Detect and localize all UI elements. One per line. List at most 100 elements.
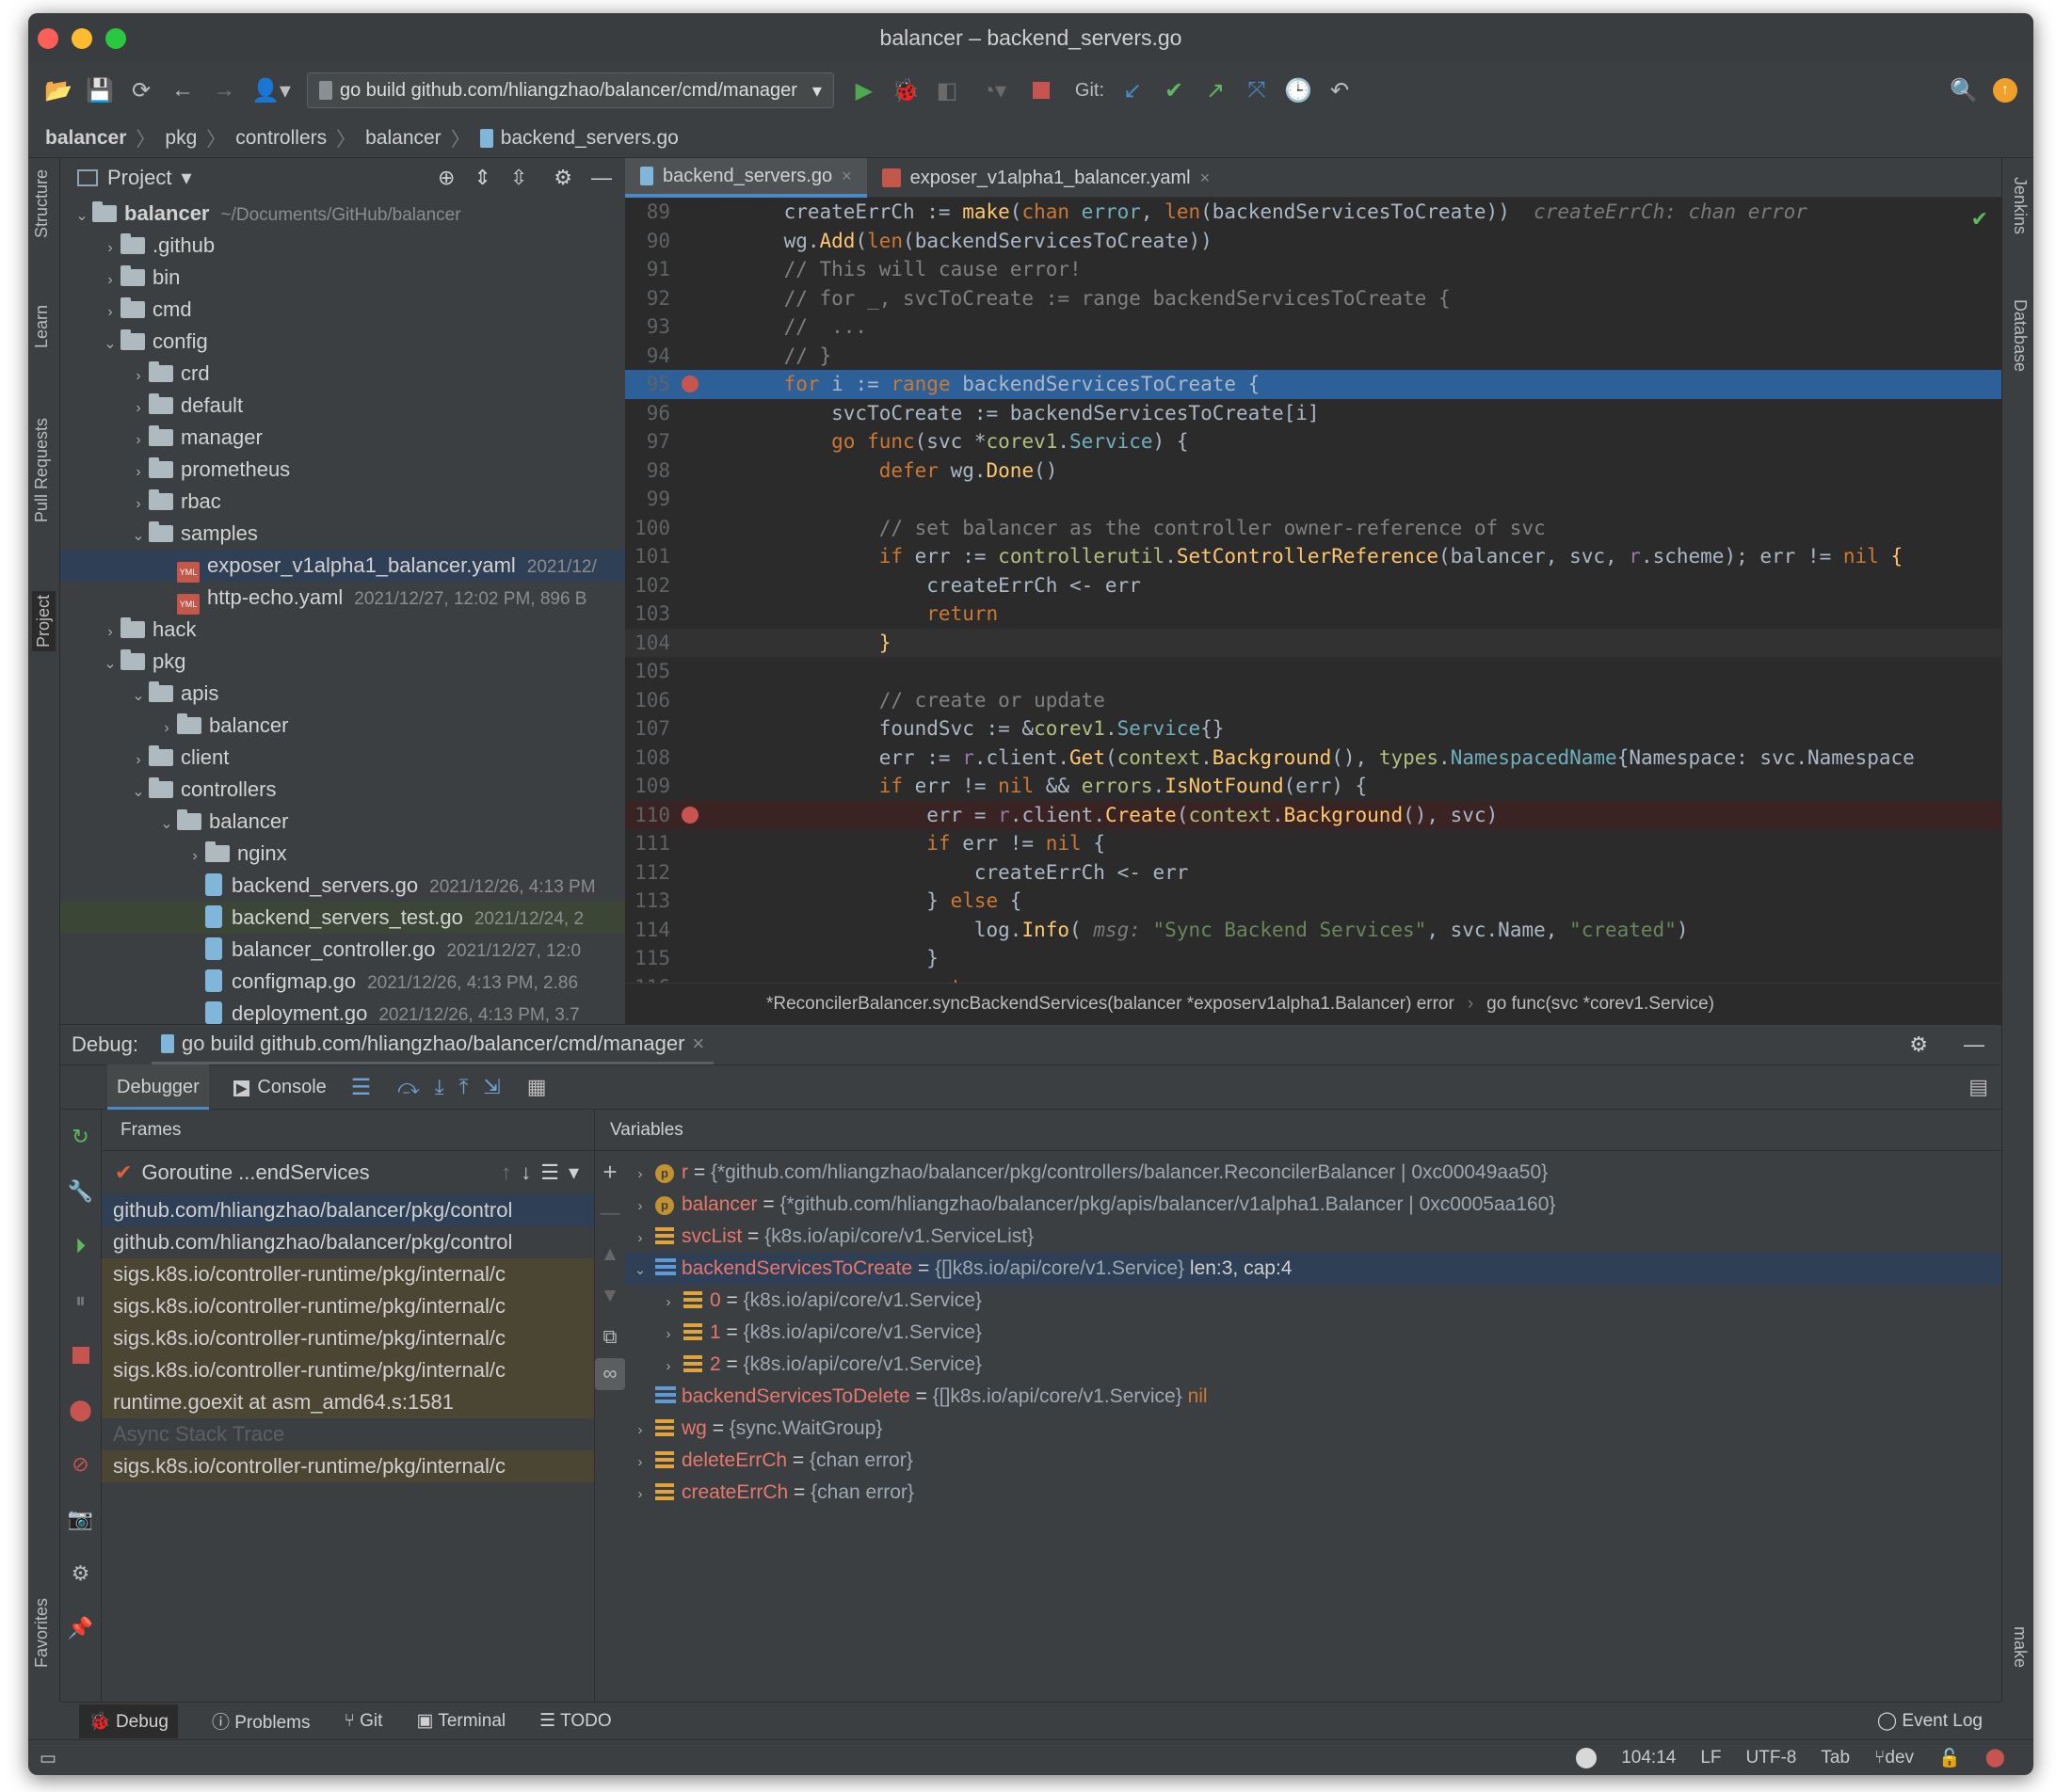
code-line[interactable]: 104 } (625, 628, 2001, 658)
sync-icon[interactable]: ⟳ (120, 70, 162, 111)
line-number[interactable]: 98 (625, 456, 670, 486)
chevron-right-icon[interactable]: › (100, 232, 120, 264)
run-configuration-selector[interactable]: go build github.com/hliangzhao/balancer/… (307, 72, 834, 108)
chevron-right-icon[interactable]: › (156, 712, 177, 744)
breakpoint-icon[interactable] (682, 376, 699, 392)
tab-terminal-tool[interactable]: ▣ Terminal (416, 1710, 506, 1732)
code-line[interactable]: 96 svcToCreate := backendServicesToCreat… (625, 399, 2001, 428)
breadcrumb-item[interactable]: controllers (235, 127, 327, 150)
code-line[interactable]: 105 (625, 657, 2001, 686)
run-to-cursor-icon[interactable]: ⇲ (483, 1075, 500, 1099)
tree-folder[interactable]: › cmd (60, 294, 625, 326)
stack-frame[interactable]: runtime.goexit at asm_amd64.s:1581 (102, 1386, 594, 1418)
settings-icon[interactable]: ⚙ (60, 1546, 101, 1601)
line-number[interactable]: 92 (625, 284, 670, 313)
collapse-all-icon[interactable]: ⇳ (510, 166, 527, 190)
coverage-icon[interactable]: ◧ (926, 70, 968, 111)
camera-icon[interactable]: 📷 (60, 1492, 101, 1546)
chevron-right-icon[interactable]: › (625, 1191, 655, 1223)
breadcrumb-item[interactable]: balancer (365, 127, 442, 150)
variable-row[interactable]: › 0 = {k8s.io/api/core/v1.Service} (625, 1285, 2001, 1317)
close-window-button[interactable] (38, 28, 58, 49)
line-number[interactable]: 97 (625, 427, 670, 456)
tab-debug-tool[interactable]: 🐞 Debug (79, 1704, 178, 1738)
expand-all-icon[interactable]: ⇕ (474, 166, 490, 190)
list-icon[interactable]: ☰ (540, 1160, 559, 1185)
code-line[interactable]: 109 if err != nil && errors.IsNotFound(e… (625, 772, 2001, 801)
file-encoding[interactable]: UTF-8 (1746, 1748, 1797, 1768)
crumb-closure[interactable]: go func(svc *corev1.Service) (1486, 994, 1714, 1015)
breadcrumb-item[interactable]: balancer (45, 127, 126, 150)
history-icon[interactable]: 🕒 (1277, 70, 1319, 111)
menu-lines-icon[interactable]: ☰ (351, 1074, 372, 1101)
chevron-right-icon[interactable]: › (100, 616, 120, 648)
variable-row[interactable]: ⌄ backendServicesToCreate = {[]k8s.io/api… (625, 1253, 2001, 1285)
git-merge-icon[interactable]: ⤧ (1236, 70, 1277, 111)
close-tab-icon[interactable]: × (692, 1032, 704, 1056)
chevron-right-icon[interactable]: › (625, 1415, 655, 1447)
tree-folder[interactable]: › manager (60, 422, 625, 454)
code-line[interactable]: 112 createErrCh <- err (625, 858, 2001, 888)
tree-file[interactable]: YML exposer_v1alpha1_balancer.yaml 2021/12… (60, 550, 625, 583)
tree-file[interactable]: configmap.go 2021/12/26, 4:13 PM, 2.86 (60, 966, 625, 998)
code-line[interactable]: 113 } else { (625, 887, 2001, 916)
line-number[interactable]: 94 (625, 342, 670, 371)
tree-folder[interactable]: › hack (60, 614, 625, 646)
update-badge-icon[interactable]: ↑ (1984, 70, 2026, 111)
chevron-down-icon[interactable]: ⌄ (72, 200, 92, 232)
line-number[interactable]: 95 (625, 370, 670, 399)
tree-folder[interactable]: ⌄ balancer (60, 806, 625, 838)
variable-row[interactable]: › wg = {sync.WaitGroup} (625, 1413, 2001, 1445)
chevron-right-icon[interactable]: › (625, 1223, 655, 1255)
hide-panel-icon[interactable]: — (1964, 1032, 1984, 1057)
tree-folder[interactable]: › crd (60, 358, 625, 390)
tab-exposer-yaml[interactable]: exposer_v1alpha1_balancer.yaml × (867, 158, 1226, 198)
tree-folder[interactable]: ⌄ config (60, 326, 625, 358)
chevron-right-icon[interactable]: › (185, 840, 205, 872)
git-update-icon[interactable]: ↙ (1112, 70, 1153, 111)
tree-file[interactable]: YML http-echo.yaml 2021/12/27, 12:02 PM, 8… (60, 582, 625, 615)
chevron-down-icon[interactable]: ▾ (569, 1160, 579, 1185)
code-line[interactable]: 108 err := r.client.Get(context.Backgrou… (625, 744, 2001, 773)
move-up-icon[interactable]: ▲ (595, 1234, 625, 1275)
variable-row[interactable]: backendServicesToDelete = {[]k8s.io/api/… (625, 1381, 2001, 1413)
stack-frame[interactable]: sigs.k8s.io/controller-runtime/pkg/inter… (102, 1322, 594, 1354)
glasses-icon[interactable]: ∞ (595, 1358, 625, 1390)
tree-folder[interactable]: › bin (60, 262, 625, 294)
wrench-icon[interactable]: 🔧 (60, 1164, 101, 1219)
breadcrumb-item[interactable]: pkg (165, 127, 197, 150)
pause-icon[interactable]: ⏸ (60, 1273, 101, 1328)
debug-bug-icon[interactable]: 🐞 (885, 70, 926, 111)
tree-file[interactable]: backend_servers.go 2021/12/26, 4:13 PM (60, 870, 625, 902)
evaluate-table-icon[interactable]: ▦ (527, 1075, 547, 1099)
code-line[interactable]: 89 createErrCh := make(chan error, len(b… (625, 198, 2001, 227)
tree-folder[interactable]: ⌄ pkg (60, 646, 625, 678)
chevron-right-icon[interactable]: › (100, 296, 120, 328)
chevron-right-icon[interactable]: › (625, 1159, 655, 1191)
user-dropdown-icon[interactable]: 👤▾ (245, 70, 297, 111)
line-number[interactable]: 91 (625, 255, 670, 284)
line-number[interactable]: 109 (625, 772, 670, 801)
run-icon[interactable]: ▶ (843, 70, 885, 111)
line-number[interactable]: 111 (625, 829, 670, 858)
chevron-down-icon[interactable]: ⌄ (128, 776, 149, 808)
tree-file[interactable]: deployment.go 2021/12/26, 4:13 PM, 3.7 (60, 998, 625, 1024)
database-tool-tab[interactable]: Database (2010, 299, 2030, 372)
code-line[interactable]: 110 err = r.client.Create(context.Backgr… (625, 800, 2001, 829)
git-branch[interactable]: ⑂dev (1874, 1748, 1914, 1768)
line-number[interactable]: 104 (625, 629, 670, 658)
chevron-right-icon[interactable]: › (128, 456, 149, 488)
chevron-down-icon[interactable]: ⌄ (128, 520, 149, 552)
chevron-right-icon[interactable]: › (653, 1287, 683, 1319)
tree-folder[interactable]: › .github (60, 230, 625, 262)
rollback-icon[interactable]: ↶ (1319, 70, 1360, 111)
tab-backend-servers-go[interactable]: backend_servers.go × (625, 158, 867, 198)
back-arrow-icon[interactable]: ← (162, 70, 203, 111)
line-number[interactable]: 101 (625, 542, 670, 571)
remove-watch-icon[interactable]: — (595, 1192, 625, 1234)
line-number[interactable]: 107 (625, 714, 670, 744)
chevron-right-icon[interactable]: › (128, 360, 149, 392)
tree-folder[interactable]: › rbac (60, 486, 625, 518)
line-number[interactable]: 113 (625, 887, 670, 916)
gear-icon[interactable]: ⚙ (554, 166, 572, 190)
